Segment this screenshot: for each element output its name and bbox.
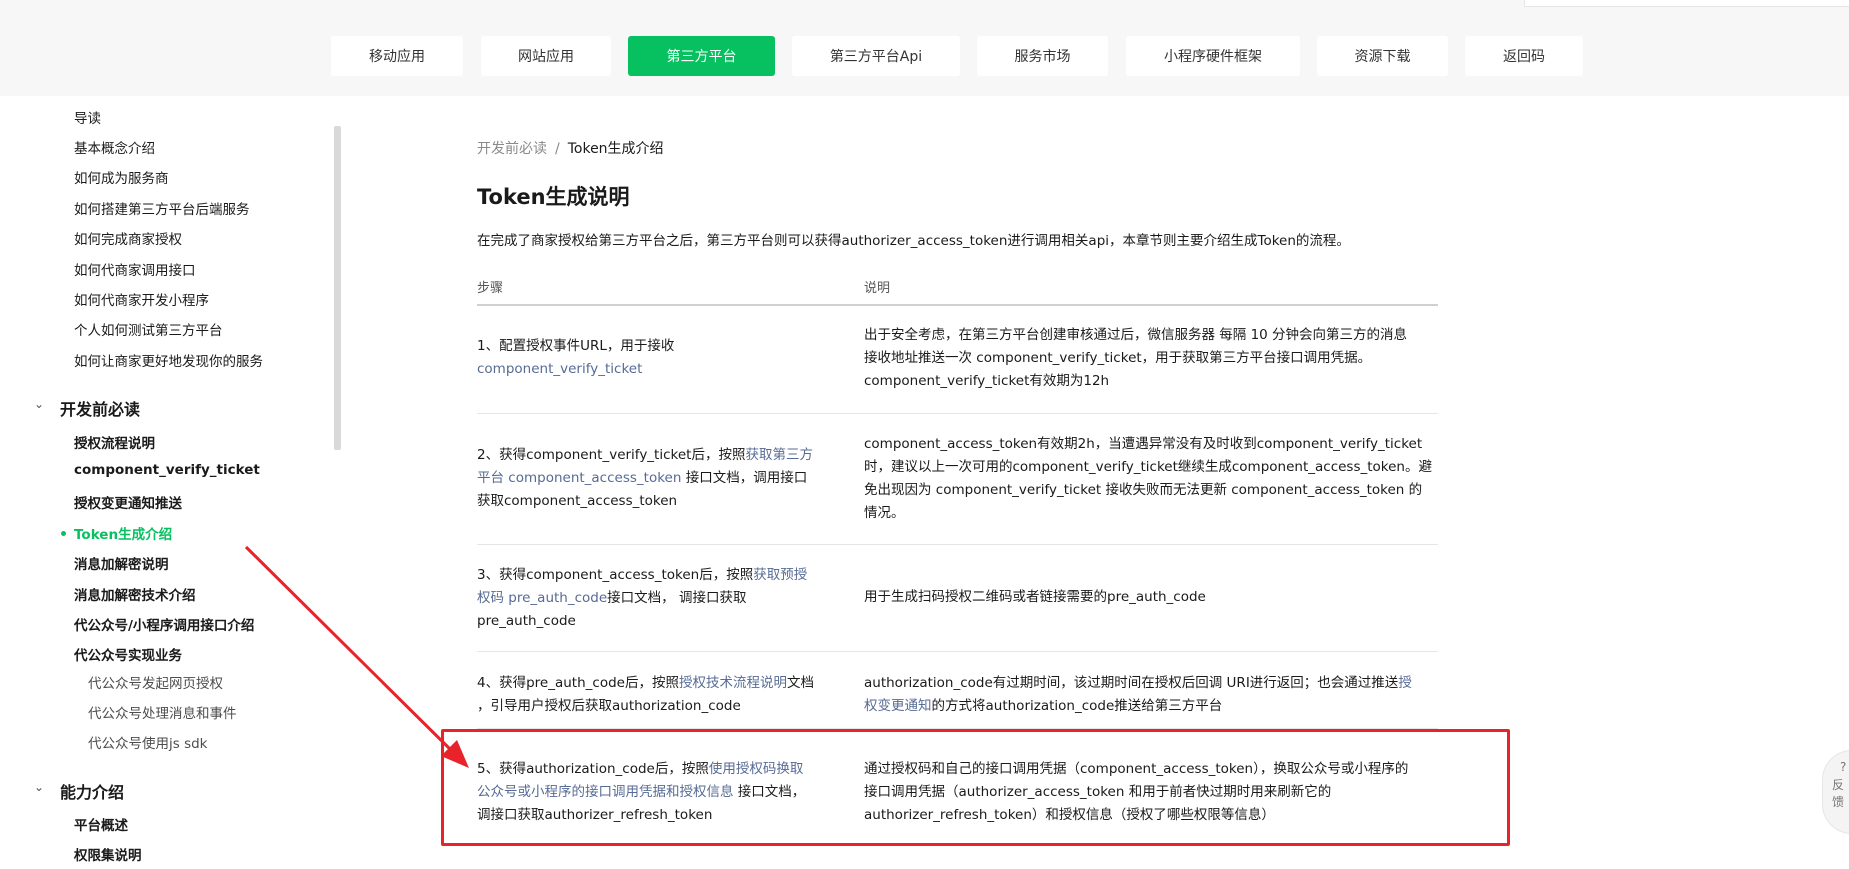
table-row-1-description: 出于安全考虑，在第三方平台创建审核通过后，微信服务器 每隔 10 分钟会向第三方… [864,324,1438,393]
sidebar-item-guide[interactable]: 导读 [74,107,101,127]
sidebar-item-verify-ticket[interactable]: component_verify_ticket [74,462,260,478]
table-row-3-description: 用于生成扫码授权二维码或者链接需要的pre_auth_code [864,586,1438,609]
doc-link[interactable]: 授 [1398,675,1412,691]
table-row-1-step: 1、配置授权事件URL，用于接收 component_verify_ticket [477,335,827,381]
table-header-divider [477,304,1438,306]
sidebar-item-auth-flow[interactable]: 授权流程说明 [74,432,155,452]
nav-item-third-party-api[interactable]: 第三方平台Api [792,36,960,76]
cell-text: component_verify_ticket有效期为12h [864,373,1110,389]
sidebar-section-before-dev[interactable]: 开发前必读 [60,396,140,420]
table-row-divider [477,413,1438,414]
active-dot-icon [61,531,66,536]
search-box-edge[interactable] [1524,0,1849,7]
sidebar-item-platform-overview[interactable]: 平台概述 [74,814,128,834]
doc-link[interactable]: component_verify_ticket [477,361,642,377]
nav-item-mini-program-hardware[interactable]: 小程序硬件框架 [1126,36,1300,76]
main-nav: 移动应用 网站应用 第三方平台 第三方平台Api 服务市场 小程序硬件框架 资源… [0,36,1849,76]
sidebar-item-develop-mini-program[interactable]: 如何代商家开发小程序 [74,289,209,309]
sidebar-item-call-api[interactable]: 如何代商家调用接口 [74,259,196,279]
sidebar-subitem-web-auth[interactable]: 代公众号发起网页授权 [88,672,223,692]
cell-text: 情况。 [864,505,905,521]
sidebar-item-proxy-business[interactable]: 代公众号实现业务 [74,644,182,664]
cell-text: 时，建议以上一次可用的component_verify_ticket继续生成co… [864,459,1432,475]
feedback-label[interactable]: 反馈 [1832,776,1849,810]
cell-text: 4、获得pre_auth_code后，按照 [477,675,679,691]
sidebar-subitem-handle-messages[interactable]: 代公众号处理消息和事件 [88,702,237,722]
sidebar-item-become-provider[interactable]: 如何成为服务商 [74,167,169,187]
cell-text: component_access_token有效期2h，当遭遇异常没有及时收到c… [864,436,1423,452]
nav-item-resource-download[interactable]: 资源下载 [1317,36,1448,76]
nav-item-service-market[interactable]: 服务市场 [977,36,1108,76]
intro-paragraph: 在完成了商家授权给第三方平台之后，第三方平台则可以获得authorizer_ac… [477,233,1350,249]
table-row-2-step: 2、获得component_verify_ticket后，按照获取第三方平台 c… [477,444,827,513]
sidebar-item-msg-encryption[interactable]: 消息加解密说明 [74,553,169,573]
cell-text: 的方式将authorization_code推送给第三方平台 [931,698,1223,714]
breadcrumb-separator: / [555,141,560,157]
cell-text: 接口文档，调用接口 [681,470,808,486]
cell-text: 出于安全考虑，在第三方平台创建审核通过后，微信服务器 每隔 10 分钟会向第三方… [864,327,1408,343]
table-header-description: 说明 [864,281,891,296]
table-header-step: 步骤 [477,281,504,296]
table-row-divider [477,651,1438,652]
nav-item-third-party-platform[interactable]: 第三方平台 [628,36,775,76]
table-row-4-description: authorization_code有过期时间，该过期时间在授权后回调 URI进… [864,672,1438,718]
doc-link[interactable]: 授权技术流程说明 [679,675,787,691]
sidebar-item-proxy-api[interactable]: 代公众号/小程序调用接口介绍 [74,614,254,634]
cell-text: 3、获得component_access_token后，按照 [477,567,754,583]
page-title: Token生成说明 [477,185,630,209]
sidebar-item-permission-sets[interactable]: 权限集说明 [74,844,142,864]
table-row-3-step: 3、获得component_access_token后，按照获取预授权码 pre… [477,564,827,633]
cell-text: 2、获得component_verify_ticket后，按照 [477,447,746,463]
breadcrumb-parent-link[interactable]: 开发前必读 [477,141,547,157]
cell-text: 免出现因为 component_verify_ticket 接收失败而无法更新 … [864,482,1423,498]
sidebar-item-discover-service[interactable]: 如何让商家更好地发现你的服务 [74,350,263,370]
breadcrumb-current: Token生成介绍 [567,141,664,157]
cell-text: 文档 [786,675,814,691]
cell-text: authorization_code有过期时间，该过期时间在授权后回调 URI进… [864,675,1399,691]
sidebar-item-auth-change-push[interactable]: 授权变更通知推送 [74,492,182,512]
sidebar-section-capabilities[interactable]: 能力介绍 [60,779,124,803]
sidebar-item-merchant-auth[interactable]: 如何完成商家授权 [74,228,182,248]
chevron-down-icon[interactable]: ⌄ [34,397,44,411]
sidebar-item-token-intro[interactable]: Token生成介绍 [74,523,172,543]
table-row-2-description: component_access_token有效期2h，当遭遇异常没有及时收到c… [864,433,1438,525]
cell-text: 接口文档， 调接口获取 [607,590,747,606]
cell-text: 1、配置授权事件URL，用于接收 [477,338,675,354]
table-row-divider [477,544,1438,545]
breadcrumb: 开发前必读 / Token生成介绍 [477,138,664,158]
nav-item-mobile-app[interactable]: 移动应用 [331,36,463,76]
sidebar-item-msg-encryption-tech[interactable]: 消息加解密技术介绍 [74,584,196,604]
cell-text: 获取component_access_token [477,493,678,509]
doc-link[interactable]: 平台 component_access_token [477,470,681,486]
sidebar-item-personal-test[interactable]: 个人如何测试第三方平台 [74,319,223,339]
sidebar-scrollbar[interactable] [334,126,341,450]
doc-link[interactable]: 权码 pre_auth_code [477,590,607,606]
table-row-4-step: 4、获得pre_auth_code后，按照授权技术流程说明文档 ，引导用户授权后获… [477,672,827,718]
sidebar-item-basic-concepts[interactable]: 基本概念介绍 [74,137,155,157]
cell-text: ，引导用户授权后获取authorization_code [477,698,741,714]
sidebar-subitem-jssdk[interactable]: 代公众号使用js sdk [88,732,208,752]
doc-link[interactable]: 获取预授 [753,567,807,583]
chevron-down-icon[interactable]: ⌄ [34,780,44,794]
sidebar-item-build-backend[interactable]: 如何搭建第三方平台后端服务 [74,198,250,218]
nav-item-website-app[interactable]: 网站应用 [481,36,611,76]
top-navigation-bar: 移动应用 网站应用 第三方平台 第三方平台Api 服务市场 小程序硬件框架 资源… [0,0,1849,96]
doc-link[interactable]: 获取第三方 [745,447,813,463]
annotation-highlight-box [441,729,1510,846]
nav-item-return-codes[interactable]: 返回码 [1465,36,1583,76]
help-icon[interactable]: ? [1840,760,1846,774]
cell-text: 接收地址推送一次 component_verify_ticket，用于获取第三方… [864,350,1372,366]
doc-link[interactable]: 权变更通知 [864,698,932,714]
cell-text: pre_auth_code [477,613,576,629]
cell-text: 用于生成扫码授权二维码或者链接需要的pre_auth_code [864,589,1206,605]
